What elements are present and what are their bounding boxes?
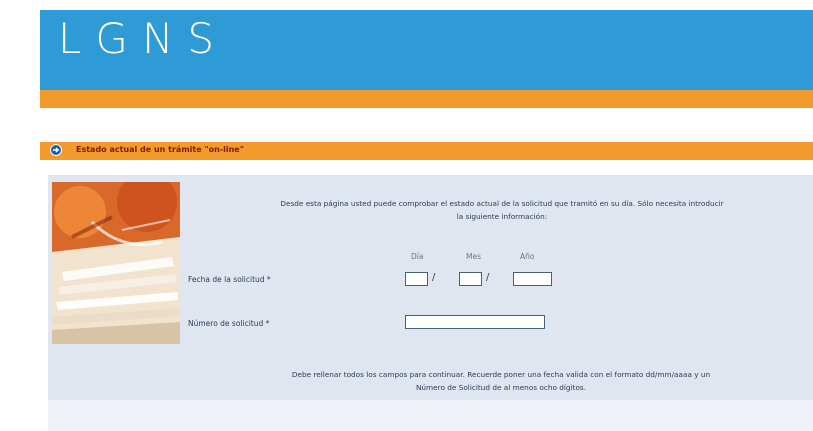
request-number-label: Número de solicitud *: [188, 319, 270, 328]
arrow-right-circle-icon: [50, 144, 62, 156]
year-label: Año: [520, 252, 535, 261]
site-logo[interactable]: LGNS: [58, 14, 228, 63]
request-date-label: Fecha de la solicitud *: [188, 275, 271, 284]
note-line: Número de Solicitud de al menos ocho díg…: [415, 383, 587, 392]
intro-text: Desde esta página usted puede comprobar …: [196, 197, 808, 223]
day-input[interactable]: [405, 272, 428, 286]
day-label: Día: [411, 252, 424, 261]
note-line: Debe rellenar todos los campos para cont…: [291, 370, 711, 379]
top-margin: [0, 0, 813, 10]
section-title: Estado actual de un trámite "on-line": [76, 145, 244, 154]
panel-footer: [48, 401, 813, 431]
month-input[interactable]: [459, 272, 482, 286]
intro-line: la siguiente información:: [456, 212, 548, 221]
intro-line: Desde esta página usted puede comprobar …: [280, 199, 724, 208]
date-separator: /: [432, 272, 436, 283]
date-separator: /: [486, 272, 490, 283]
documents-illustration: [52, 182, 180, 344]
header-stripe: [40, 90, 813, 108]
validation-note: Debe rellenar todos los campos para cont…: [190, 368, 812, 394]
year-input[interactable]: [513, 272, 552, 286]
month-label: Mes: [466, 252, 481, 261]
request-number-input[interactable]: [405, 315, 545, 329]
